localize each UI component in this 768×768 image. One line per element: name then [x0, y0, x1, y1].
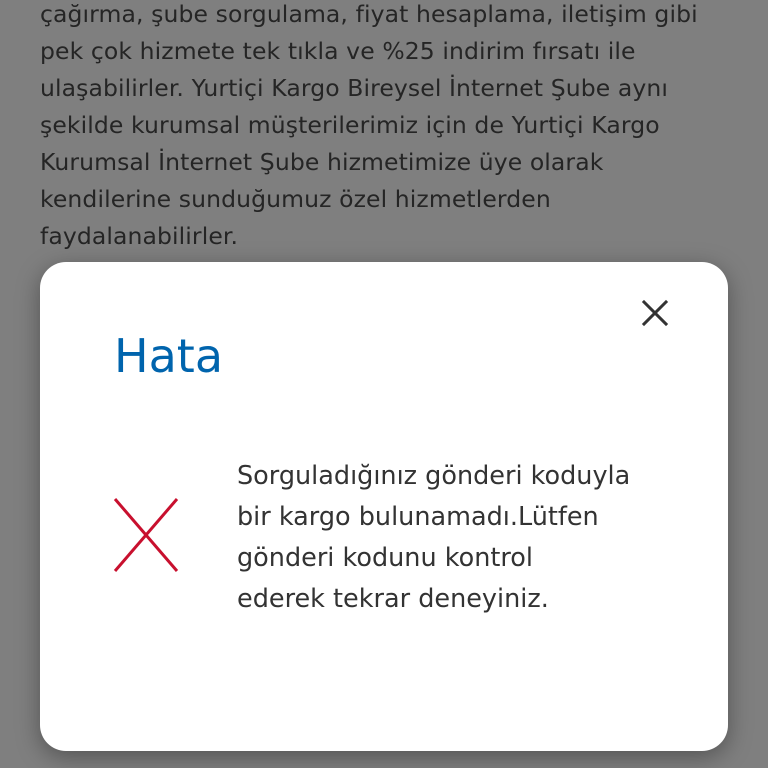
error-message-line: Sorguladığınız gönderi koduyla: [237, 461, 631, 491]
error-message-line: gönderi kodunu kontrol: [237, 543, 533, 573]
error-message-line: bir kargo bulunamadı.Lütfen: [237, 502, 599, 532]
error-message-line: ederek tekrar deneyiniz.: [237, 584, 549, 614]
dialog-title: Hata: [114, 329, 224, 383]
close-icon: [641, 299, 669, 327]
error-x-icon: [112, 496, 180, 574]
error-dialog: Hata Sorguladığınız gönderi koduyla bir …: [40, 262, 728, 751]
close-button[interactable]: [637, 295, 673, 331]
error-message: Sorguladığınız gönderi koduyla bir kargo…: [237, 456, 677, 620]
